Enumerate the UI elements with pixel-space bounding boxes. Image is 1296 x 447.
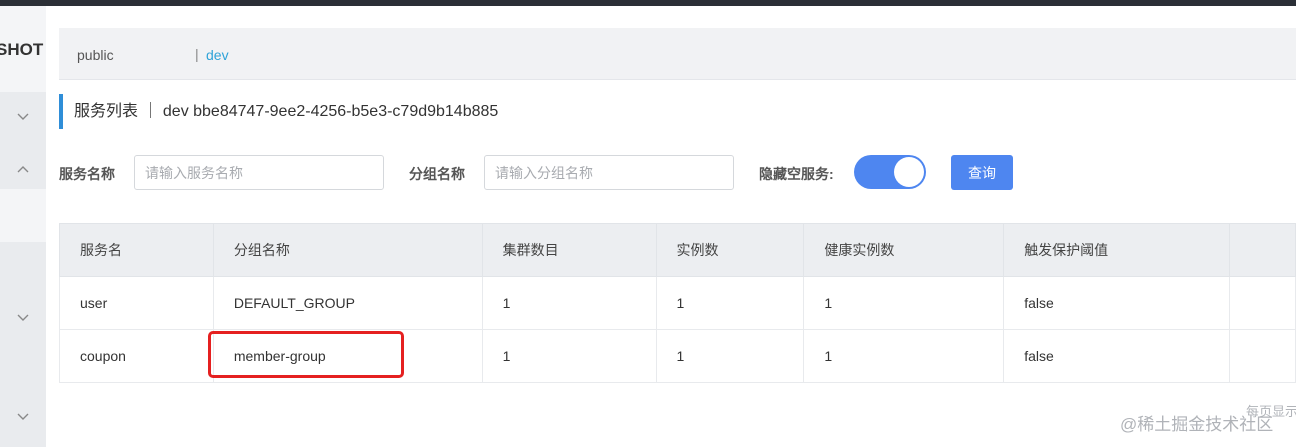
cell-instance-count: 1 [655, 276, 805, 330]
cell-group-name: member-group [212, 329, 483, 383]
namespace-public[interactable]: public [77, 47, 114, 63]
cell-operations [1229, 329, 1296, 383]
cell-service-name: user [59, 276, 214, 330]
cell-operations [1229, 276, 1296, 330]
col-header-cluster-count[interactable]: 集群数目 [481, 223, 657, 277]
group-name-input[interactable] [484, 155, 734, 190]
namespace-bar: public | dev [59, 28, 1296, 80]
page-title-block: 服务列表 ｜ dev bbe84747-9ee2-4256-b5e3-c79d9… [59, 94, 498, 129]
col-header-protect-threshold[interactable]: 触发保护阈值 [1003, 223, 1230, 277]
sidebar-active-item[interactable] [0, 189, 46, 242]
service-name-input[interactable] [134, 155, 384, 190]
cell-healthy-count: 1 [803, 276, 1005, 330]
table-row: user DEFAULT_GROUP 1 1 1 false [59, 276, 1296, 330]
cell-instance-count: 1 [655, 329, 805, 383]
sidebar: SHOT [0, 6, 46, 447]
col-header-healthy-count[interactable]: 健康实例数 [803, 223, 1005, 277]
query-button[interactable]: 查询 [951, 155, 1013, 190]
chevron-up-icon[interactable] [16, 162, 30, 176]
watermark-text: @稀土掘金技术社区 [1120, 415, 1274, 434]
table-row: coupon member-group 1 1 1 false [59, 329, 1296, 383]
cell-cluster-count: 1 [481, 276, 657, 330]
cell-healthy-count: 1 [803, 329, 1005, 383]
group-name-label: 分组名称 [409, 166, 465, 182]
service-name-label: 服务名称 [59, 166, 115, 182]
cell-service-name: coupon [59, 329, 214, 383]
chevron-down-icon[interactable] [16, 410, 30, 424]
cell-protect-threshold: false [1003, 329, 1230, 383]
col-header-operations [1229, 223, 1296, 277]
cell-cluster-count: 1 [481, 329, 657, 383]
table-header-row: 服务名 分组名称 集群数目 实例数 健康实例数 触发保护阈值 [59, 223, 1296, 277]
sidebar-brand: SHOT [0, 40, 47, 60]
col-header-instance-count[interactable]: 实例数 [655, 223, 805, 277]
namespace-dev[interactable]: dev [206, 47, 229, 63]
toggle-knob [894, 157, 924, 187]
top-bar [0, 0, 1296, 6]
service-table: 服务名 分组名称 集群数目 实例数 健康实例数 触发保护阈值 user DEFA… [59, 223, 1296, 383]
brand-text: SHOT [0, 40, 44, 59]
chevron-down-icon[interactable] [16, 311, 30, 325]
col-header-service-name[interactable]: 服务名 [59, 223, 214, 277]
chevron-down-icon[interactable] [16, 110, 30, 124]
cell-protect-threshold: false [1003, 276, 1230, 330]
filter-bar: 服务名称 分组名称 隐藏空服务: 查询 [59, 155, 1296, 190]
col-header-group-name[interactable]: 分组名称 [212, 223, 483, 277]
hide-empty-label: 隐藏空服务: [759, 166, 834, 182]
namespace-separator: | [195, 46, 199, 62]
page-title: 服务列表 ｜ dev bbe84747-9ee2-4256-b5e3-c79d9… [74, 103, 499, 120]
hide-empty-toggle[interactable] [854, 155, 926, 189]
cell-group-name: DEFAULT_GROUP [212, 276, 483, 330]
